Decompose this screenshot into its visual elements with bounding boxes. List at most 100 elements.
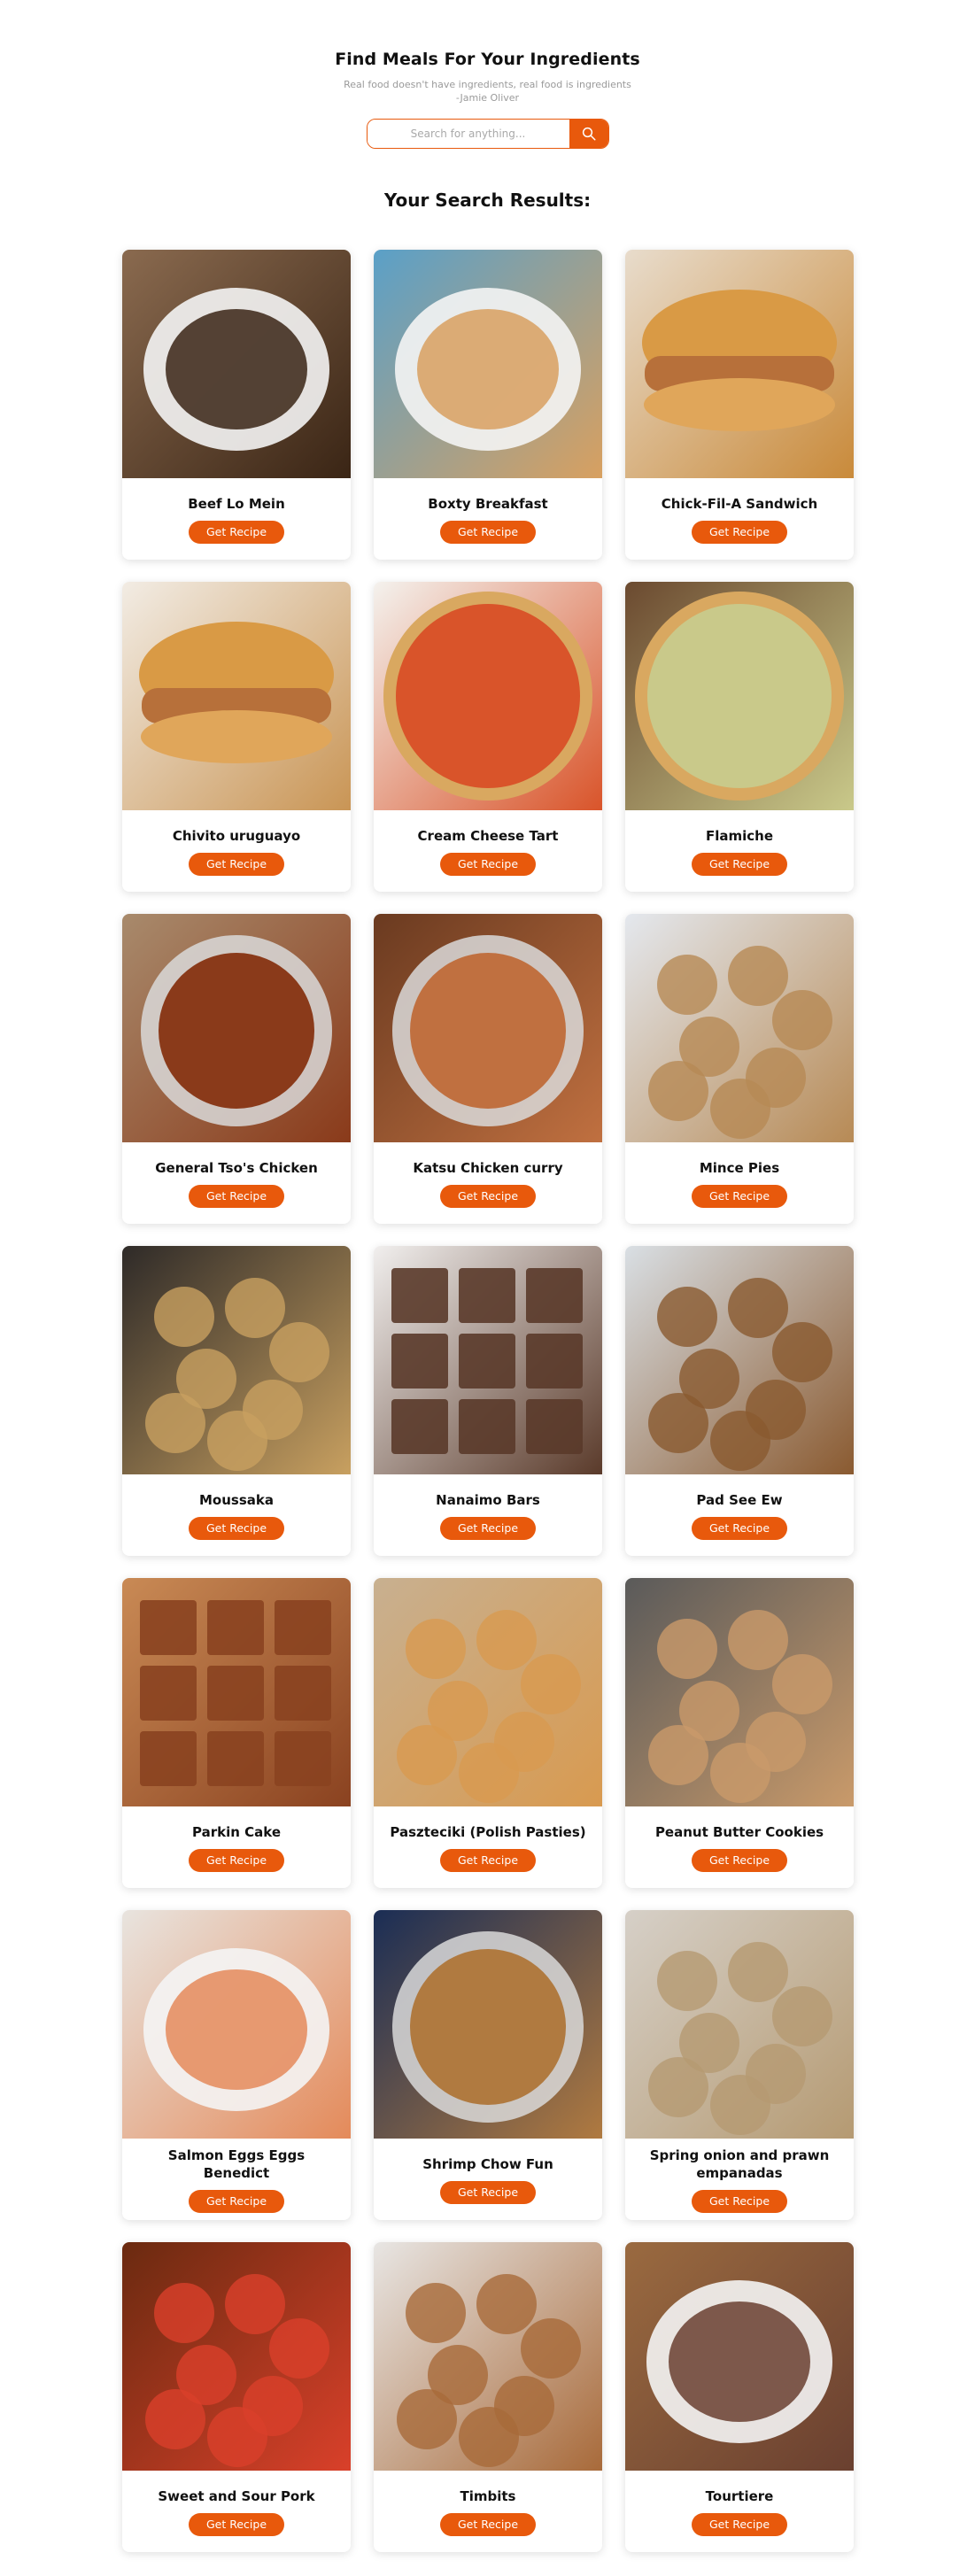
recipe-card-body: Flamiche Get Recipe (625, 810, 854, 892)
get-recipe-button[interactable]: Get Recipe (691, 1184, 788, 1208)
recipe-card: Paszteciki (Polish Pasties) Get Recipe (374, 1578, 602, 1888)
recipe-card: Sweet and Sour Pork Get Recipe (122, 2242, 351, 2552)
recipe-card: Boxty Breakfast Get Recipe (374, 250, 602, 560)
recipe-card: Timbits Get Recipe (374, 2242, 602, 2552)
get-recipe-button[interactable]: Get Recipe (188, 1848, 285, 1872)
recipe-card-body: Pad See Ew Get Recipe (625, 1474, 854, 1556)
recipe-image (625, 2242, 854, 2471)
recipe-name: Pad See Ew (696, 1491, 783, 1508)
quote: Real food doesn't have ingredients, real… (0, 78, 975, 104)
recipe-name: Tourtiere (705, 2487, 774, 2504)
recipe-image (625, 582, 854, 810)
recipe-name: Boxty Breakfast (428, 495, 548, 512)
recipe-card: Peanut Butter Cookies Get Recipe (625, 1578, 854, 1888)
get-recipe-button[interactable]: Get Recipe (691, 1848, 788, 1872)
recipe-card-body: Tourtiere Get Recipe (625, 2471, 854, 2552)
quote-author: -Jamie Oliver (455, 92, 520, 104)
recipe-name: Beef Lo Mein (188, 495, 285, 512)
recipe-name: Chivito uruguayo (172, 827, 301, 844)
recipe-card: Pad See Ew Get Recipe (625, 1246, 854, 1556)
get-recipe-button[interactable]: Get Recipe (439, 1848, 537, 1872)
get-recipe-button[interactable]: Get Recipe (188, 2512, 285, 2536)
get-recipe-button[interactable]: Get Recipe (439, 2180, 537, 2204)
recipe-card-body: Moussaka Get Recipe (122, 1474, 351, 1556)
page-title: Find Meals For Your Ingredients (335, 50, 640, 69)
recipe-card: Salmon Eggs Eggs Benedict Get Recipe (122, 1910, 351, 2220)
recipe-image (122, 2242, 351, 2471)
get-recipe-button[interactable]: Get Recipe (691, 2512, 788, 2536)
recipe-name: Parkin Cake (191, 1823, 281, 1840)
recipe-card-body: Mince Pies Get Recipe (625, 1142, 854, 1224)
recipe-image (625, 1578, 854, 1806)
recipe-image (122, 250, 351, 478)
recipe-image (625, 1910, 854, 2139)
recipe-image (122, 582, 351, 810)
recipe-name: Cream Cheese Tart (417, 827, 559, 844)
get-recipe-button[interactable]: Get Recipe (691, 520, 788, 544)
recipe-name: General Tso's Chicken (155, 1159, 318, 1176)
recipe-name: Mince Pies (699, 1159, 780, 1176)
recipe-name: Shrimp Chow Fun (422, 2155, 553, 2172)
recipe-card-body: Peanut Butter Cookies Get Recipe (625, 1806, 854, 1888)
get-recipe-button[interactable]: Get Recipe (439, 2512, 537, 2536)
recipe-card-body: Parkin Cake Get Recipe (122, 1806, 351, 1888)
recipe-card-body: Sweet and Sour Pork Get Recipe (122, 2471, 351, 2552)
recipe-image (625, 914, 854, 1142)
recipe-image (625, 250, 854, 478)
recipe-name: Timbits (460, 2487, 516, 2504)
quote-text: Real food doesn't have ingredients, real… (344, 79, 631, 90)
get-recipe-button[interactable]: Get Recipe (691, 1516, 788, 1540)
get-recipe-button[interactable]: Get Recipe (188, 1516, 285, 1540)
recipe-card: Flamiche Get Recipe (625, 582, 854, 892)
recipe-name: Peanut Butter Cookies (654, 1823, 824, 1840)
recipe-card: Beef Lo Mein Get Recipe (122, 250, 351, 560)
recipe-card: Spring onion and prawn empanadas Get Reci… (625, 1910, 854, 2220)
get-recipe-button[interactable]: Get Recipe (188, 2189, 285, 2213)
search-button[interactable] (569, 120, 608, 148)
recipe-card-body: Chick-Fil-A Sandwich Get Recipe (625, 478, 854, 560)
recipe-card-body: Nanaimo Bars Get Recipe (374, 1474, 602, 1556)
get-recipe-button[interactable]: Get Recipe (188, 520, 285, 544)
recipe-image (374, 1910, 602, 2139)
search-bar (366, 119, 609, 149)
recipe-image (374, 582, 602, 810)
recipe-name: Salmon Eggs Eggs Benedict (167, 2147, 306, 2181)
page-header: Find Meals For Your Ingredients Real foo… (0, 0, 975, 211)
recipe-image (374, 2242, 602, 2471)
recipe-card-body: Chivito uruguayo Get Recipe (122, 810, 351, 892)
get-recipe-button[interactable]: Get Recipe (439, 1516, 537, 1540)
recipe-card: Parkin Cake Get Recipe (122, 1578, 351, 1888)
recipe-card: General Tso's Chicken Get Recipe (122, 914, 351, 1224)
recipe-card: Katsu Chicken curry Get Recipe (374, 914, 602, 1224)
recipe-image (374, 1578, 602, 1806)
recipe-name: Sweet and Sour Pork (158, 2487, 315, 2504)
get-recipe-button[interactable]: Get Recipe (691, 2189, 788, 2213)
recipe-image (122, 1578, 351, 1806)
results-grid: Beef Lo Mein Get Recipe Boxty Breakfast Get… (122, 250, 854, 2552)
get-recipe-button[interactable]: Get Recipe (439, 852, 537, 876)
recipe-card-body: Timbits Get Recipe (374, 2471, 602, 2552)
results-title: Your Search Results: (383, 190, 592, 211)
recipe-image (374, 1246, 602, 1474)
recipe-card-body: Beef Lo Mein Get Recipe (122, 478, 351, 560)
recipe-image (374, 914, 602, 1142)
get-recipe-button[interactable]: Get Recipe (439, 520, 537, 544)
recipe-card: Moussaka Get Recipe (122, 1246, 351, 1556)
recipe-card-body: Spring onion and prawn empanadas Get Reci… (625, 2139, 854, 2220)
recipe-name: Nanaimo Bars (436, 1491, 540, 1508)
recipe-card-body: Salmon Eggs Eggs Benedict Get Recipe (122, 2139, 351, 2220)
recipe-image (625, 1246, 854, 1474)
get-recipe-button[interactable]: Get Recipe (439, 1184, 537, 1208)
recipe-card-body: Cream Cheese Tart Get Recipe (374, 810, 602, 892)
recipe-name: Chick-Fil-A Sandwich (661, 495, 818, 512)
recipe-card: Chick-Fil-A Sandwich Get Recipe (625, 250, 854, 560)
recipe-name: Flamiche (705, 827, 774, 844)
get-recipe-button[interactable]: Get Recipe (691, 852, 788, 876)
recipe-card-body: Shrimp Chow Fun Get Recipe (374, 2139, 602, 2220)
search-input[interactable] (367, 120, 569, 148)
recipe-card-body: Katsu Chicken curry Get Recipe (374, 1142, 602, 1224)
get-recipe-button[interactable]: Get Recipe (188, 852, 285, 876)
recipe-name: Katsu Chicken curry (413, 1159, 563, 1176)
get-recipe-button[interactable]: Get Recipe (188, 1184, 285, 1208)
recipe-card-body: Boxty Breakfast Get Recipe (374, 478, 602, 560)
